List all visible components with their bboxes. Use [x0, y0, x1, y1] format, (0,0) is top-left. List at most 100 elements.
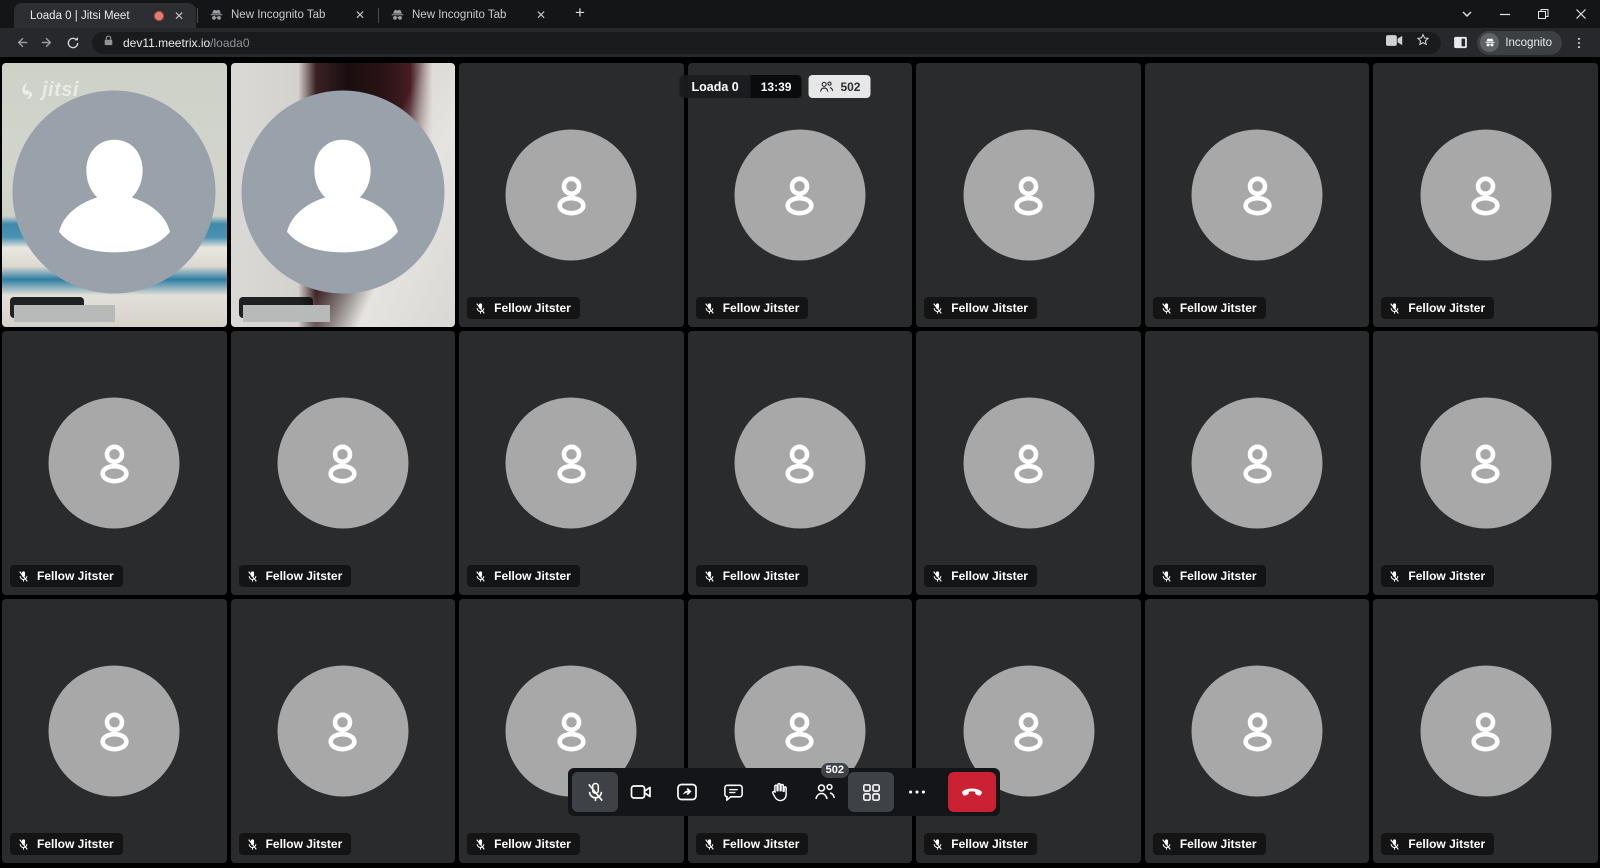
- participant-name: Fellow Jitster: [37, 837, 114, 851]
- browser-menu-icon[interactable]: [1566, 30, 1592, 56]
- avatar: [241, 91, 444, 294]
- tab-incognito-1[interactable]: New Incognito Tab ✕: [199, 2, 377, 28]
- avatar: [1420, 666, 1551, 797]
- tab-jitsi-meet[interactable]: Loada 0 | Jitsi Meet ✕: [14, 3, 196, 28]
- avatar: [734, 398, 865, 529]
- person-outline-icon: [542, 166, 600, 224]
- tab-incognito-2[interactable]: New Incognito Tab ✕: [380, 2, 558, 28]
- tab-close-icon[interactable]: ✕: [532, 6, 550, 24]
- participant-name: Fellow Jitster: [951, 301, 1028, 315]
- incognito-icon: [390, 8, 405, 23]
- participant-name: Fellow Jitster: [1408, 837, 1485, 851]
- tab-divider: [378, 8, 379, 23]
- participant-tile[interactable]: Fellow Jitster: [2, 599, 227, 863]
- address-bar[interactable]: dev11.meetrix.io/loada0: [92, 32, 1441, 54]
- avatar: [734, 130, 865, 261]
- person-outline-icon: [542, 702, 600, 760]
- person-outline-icon: [542, 434, 600, 492]
- person-outline-icon: [1228, 434, 1286, 492]
- avatar: [1192, 666, 1323, 797]
- close-window-button[interactable]: [1562, 0, 1600, 28]
- more-actions-button[interactable]: [894, 772, 940, 812]
- minimize-button[interactable]: [1486, 0, 1524, 28]
- participant-tile[interactable]: Fellow Jitster: [459, 599, 684, 863]
- side-panel-icon[interactable]: [1447, 30, 1473, 56]
- participant-tile[interactable]: Fellow Jitster: [1145, 599, 1370, 863]
- person-outline-icon: [1000, 434, 1058, 492]
- hangup-icon: [960, 780, 984, 804]
- camera-in-use-icon[interactable]: [1386, 34, 1403, 52]
- participant-tile[interactable]: Fellow Jitster: [1145, 331, 1370, 595]
- participant-tile[interactable]: Fellow Jitster: [459, 331, 684, 595]
- participant-video-tile[interactable]: jitsi: [231, 63, 456, 327]
- reload-button[interactable]: [60, 30, 86, 56]
- participant-name: Fellow Jitster: [494, 569, 571, 583]
- participant-name-pill: Fellow Jitster: [10, 833, 123, 855]
- hangup-button[interactable]: [948, 772, 996, 812]
- avatar: [1420, 398, 1551, 529]
- participant-name-pill: Fellow Jitster: [239, 565, 352, 587]
- forward-button[interactable]: [34, 30, 60, 56]
- window-controls: [1448, 0, 1600, 28]
- participant-tile[interactable]: Fellow Jitster: [688, 599, 913, 863]
- participants-button[interactable]: 502: [802, 772, 848, 812]
- mic-muted-icon: [703, 838, 716, 851]
- participant-tile[interactable]: Fellow Jitster: [1373, 331, 1598, 595]
- avatar: [506, 398, 637, 529]
- person-outline-icon: [1457, 166, 1515, 224]
- participant-name-pill: Fellow Jitster: [1153, 565, 1266, 587]
- raise-hand-button[interactable]: [756, 772, 802, 812]
- participant-tile[interactable]: Fellow Jitster: [2, 331, 227, 595]
- tile-view-button[interactable]: [848, 772, 894, 812]
- tab-search-chevron-icon[interactable]: [1448, 0, 1486, 28]
- participant-video-tile[interactable]: jitsi: [2, 63, 227, 327]
- redacted-name-block: [243, 305, 330, 322]
- participant-tile[interactable]: Fellow Jitster: [1373, 599, 1598, 863]
- meeting-subject: Loada 0: [680, 75, 751, 98]
- chat-button[interactable]: [710, 772, 756, 812]
- meeting-clock: 13:39: [751, 75, 802, 98]
- mic-muted-icon: [1388, 838, 1401, 851]
- subject-pill: Loada 0 13:39: [680, 75, 802, 98]
- tab-close-icon[interactable]: ✕: [351, 6, 369, 24]
- mic-muted-icon: [1160, 570, 1173, 583]
- participant-tile[interactable]: Fellow Jitster: [459, 63, 684, 327]
- participant-tile[interactable]: Fellow Jitster: [1145, 63, 1370, 327]
- participant-tile[interactable]: Fellow Jitster: [688, 331, 913, 595]
- restore-button[interactable]: [1524, 0, 1562, 28]
- camera-button[interactable]: [618, 772, 664, 812]
- avatar: [277, 398, 408, 529]
- jitsi-logo-icon: [16, 80, 38, 102]
- tab-close-icon[interactable]: ✕: [170, 7, 188, 25]
- participant-name: Fellow Jitster: [494, 837, 571, 851]
- new-tab-button[interactable]: +: [568, 1, 592, 25]
- participant-tile[interactable]: Fellow Jitster: [916, 331, 1141, 595]
- participant-count-pill[interactable]: 502: [808, 75, 870, 98]
- participant-name-pill: Fellow Jitster: [1153, 297, 1266, 319]
- participant-tile[interactable]: Fellow Jitster: [916, 599, 1141, 863]
- participant-tile[interactable]: Fellow Jitster: [231, 331, 456, 595]
- participant-tile[interactable]: Fellow Jitster: [231, 599, 456, 863]
- avatar: [963, 130, 1094, 261]
- mute-button[interactable]: [572, 772, 618, 812]
- incognito-badge[interactable]: Incognito: [1477, 31, 1562, 55]
- participant-name: Fellow Jitster: [723, 569, 800, 583]
- person-outline-icon: [1457, 702, 1515, 760]
- tile-grid: jitsi jitsi Fellow Jitster Fellow: [0, 57, 1600, 868]
- bookmark-star-icon[interactable]: [1415, 32, 1431, 53]
- mic-muted-icon: [1388, 570, 1401, 583]
- participants-badge: 502: [821, 763, 849, 778]
- participant-name: Fellow Jitster: [1180, 569, 1257, 583]
- participant-name-pill: Fellow Jitster: [1381, 565, 1494, 587]
- avatar: [49, 398, 180, 529]
- avatar: [277, 666, 408, 797]
- more-dots-icon: [906, 781, 928, 803]
- participant-tile[interactable]: Fellow Jitster: [1373, 63, 1598, 327]
- participant-tile[interactable]: Fellow Jitster: [916, 63, 1141, 327]
- person-outline-icon: [85, 434, 143, 492]
- back-button[interactable]: [8, 30, 34, 56]
- screen-share-button[interactable]: [664, 772, 710, 812]
- avatar: [506, 130, 637, 261]
- mic-muted-icon: [474, 838, 487, 851]
- participant-tile[interactable]: Fellow Jitster: [688, 63, 913, 327]
